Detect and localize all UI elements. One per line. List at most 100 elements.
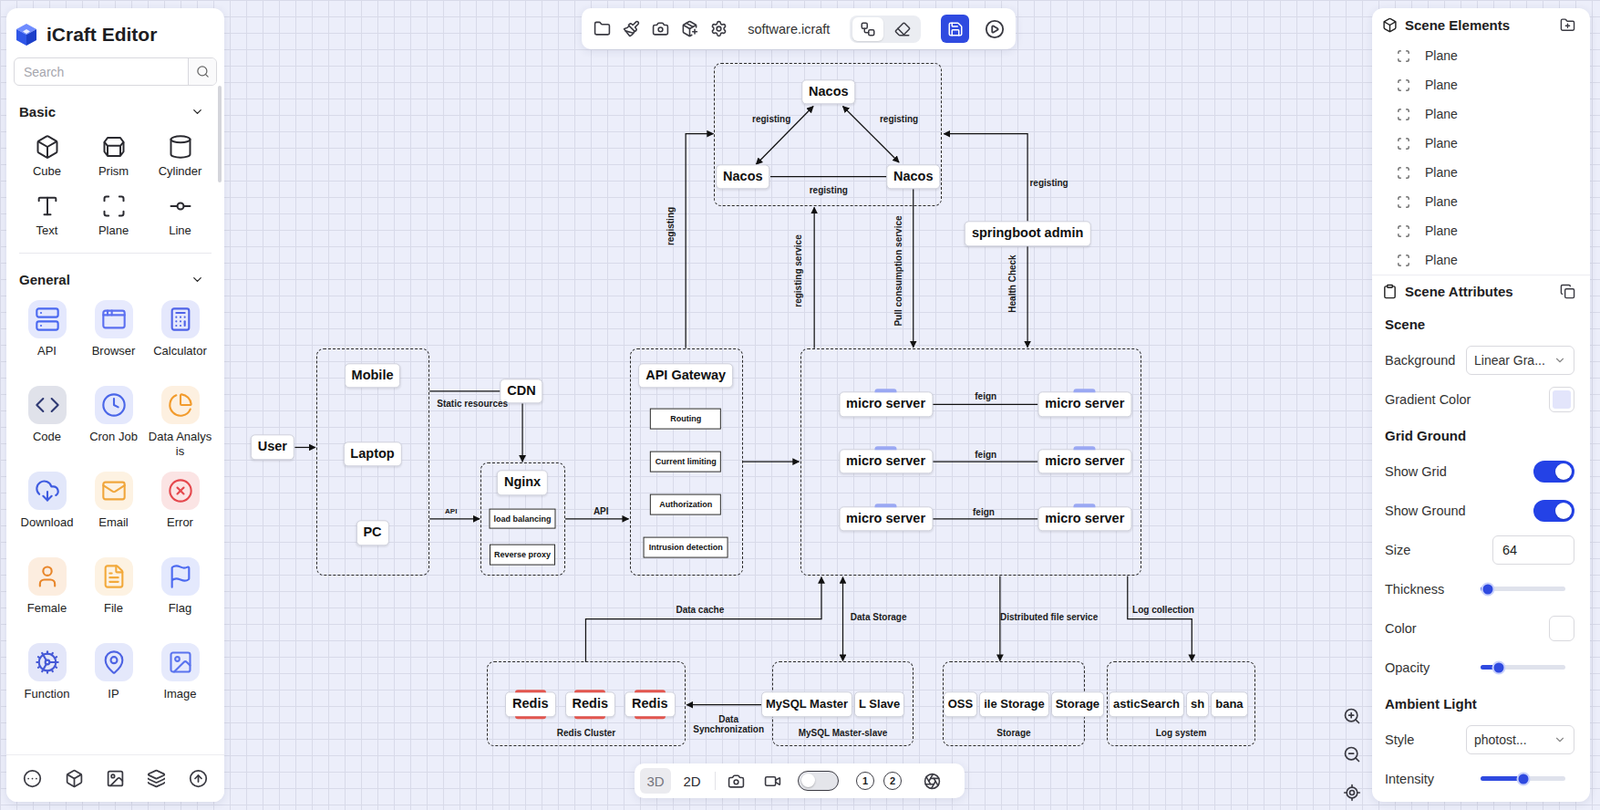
diagram-node[interactable]: micro server xyxy=(1037,392,1132,417)
export-button[interactable] xyxy=(676,16,702,42)
scene-element-item[interactable]: Plane xyxy=(1372,157,1590,187)
save-button[interactable] xyxy=(940,14,970,43)
record-toggle[interactable] xyxy=(797,770,839,791)
diagram-node[interactable]: L Slave xyxy=(854,691,905,717)
diagram-node[interactable]: User xyxy=(250,434,295,460)
scene-element-item[interactable]: Plane xyxy=(1372,216,1590,246)
add-view-button[interactable] xyxy=(918,767,945,794)
camera-preset[interactable]: 2 xyxy=(883,771,902,790)
diagram-node[interactable]: micro server xyxy=(838,505,933,531)
view-mode-button[interactable]: 2D xyxy=(676,767,708,794)
upload-button[interactable] xyxy=(185,765,211,792)
diagram-node[interactable]: springboot admin xyxy=(964,221,1091,247)
feature-box[interactable]: load balancing xyxy=(489,507,557,529)
add-element-button[interactable] xyxy=(1554,11,1580,38)
screenshot-button[interactable] xyxy=(648,16,674,42)
scene-element-item[interactable]: Plane xyxy=(1372,99,1590,129)
diagram-canvas[interactable]: Nacos Nacos Nacos springboot admin User Mobil… xyxy=(0,0,1600,810)
color-swatch[interactable] xyxy=(1548,386,1575,413)
mode-button[interactable] xyxy=(887,17,919,42)
feature-box[interactable]: Intrusion detection xyxy=(643,536,729,558)
recenter-button[interactable] xyxy=(1339,779,1365,806)
component-tile[interactable]: Download xyxy=(13,462,81,548)
diagram-node[interactable]: asticSearch xyxy=(1108,691,1185,717)
feature-box[interactable]: Authorization xyxy=(650,494,722,516)
diagram-node[interactable]: micro server xyxy=(838,448,933,474)
feature-box[interactable]: Reverse proxy xyxy=(489,543,556,565)
shape-tile[interactable]: Cylinder xyxy=(146,123,214,183)
section-header[interactable]: General xyxy=(13,253,217,291)
scene-element-item[interactable]: Plane xyxy=(1372,186,1590,217)
diagram-node[interactable]: Redis xyxy=(505,691,557,717)
open-button[interactable] xyxy=(589,16,616,42)
more-button[interactable] xyxy=(20,765,46,792)
diagram-node[interactable]: Storage xyxy=(1051,691,1105,717)
component-tile[interactable]: Flag xyxy=(146,547,214,634)
select[interactable]: Linear Gra... xyxy=(1465,345,1575,375)
view-mode-button[interactable]: 3D xyxy=(640,767,671,794)
record-button[interactable] xyxy=(759,767,785,794)
shape-tile[interactable]: Plane xyxy=(80,182,147,242)
diagram-node[interactable]: Nacos xyxy=(886,164,941,189)
component-tile[interactable]: Email xyxy=(80,462,147,548)
slider-thumb[interactable] xyxy=(1492,660,1507,674)
diagram-node[interactable]: Redis xyxy=(565,691,617,717)
search-button[interactable] xyxy=(187,58,217,85)
images-button[interactable] xyxy=(102,765,128,792)
scene-element-item[interactable]: Plane xyxy=(1372,245,1590,275)
camera-preset[interactable]: 1 xyxy=(856,771,875,790)
diagram-node[interactable]: ile Storage xyxy=(979,691,1049,717)
scene-element-item[interactable]: Plane xyxy=(1372,128,1590,158)
diagram-node[interactable]: Mobile xyxy=(344,362,402,388)
component-tile[interactable]: Code xyxy=(13,376,81,463)
shape-tile[interactable]: Cube xyxy=(13,123,81,183)
shape-tile[interactable]: Line xyxy=(146,182,214,242)
component-tile[interactable]: Data Analysis xyxy=(146,376,214,463)
switch[interactable] xyxy=(1533,460,1575,483)
component-tile[interactable]: Calculator xyxy=(146,290,214,377)
feature-box[interactable]: Current limiting xyxy=(650,450,722,472)
diagram-node[interactable]: sh xyxy=(1186,691,1209,717)
layers-button[interactable] xyxy=(144,765,170,792)
snapshot-button[interactable] xyxy=(722,767,749,794)
diagram-node[interactable]: micro server xyxy=(838,392,933,417)
diagram-node[interactable]: Nginx xyxy=(496,470,548,496)
zoom-out-button[interactable] xyxy=(1339,741,1365,767)
shape-tile[interactable]: Prism xyxy=(80,123,147,183)
settings-button[interactable] xyxy=(705,16,732,42)
search-input[interactable] xyxy=(14,64,188,80)
section-header[interactable]: Basic xyxy=(13,85,217,124)
scene-element-item[interactable]: Plane xyxy=(1372,70,1590,100)
number-input[interactable]: 64 xyxy=(1492,535,1575,565)
component-tile[interactable]: Female xyxy=(13,547,81,634)
mode-button[interactable] xyxy=(852,17,884,42)
component-tile[interactable]: File xyxy=(80,547,147,634)
component-tile[interactable]: Browser xyxy=(80,290,147,377)
color-swatch[interactable] xyxy=(1548,615,1575,641)
diagram-node[interactable]: MySQL Master xyxy=(761,691,853,717)
shape-tile[interactable]: Text xyxy=(13,182,81,242)
component-tile[interactable]: Image xyxy=(146,633,214,720)
diagram-node[interactable]: API Gateway xyxy=(638,362,733,388)
slider[interactable] xyxy=(1480,664,1566,670)
component-tile[interactable]: Function xyxy=(13,633,81,720)
scrollbar-thumb[interactable] xyxy=(217,85,222,183)
feature-box[interactable]: Routing xyxy=(650,407,722,429)
slider-thumb[interactable] xyxy=(1516,771,1530,785)
diagram-node[interactable]: micro server xyxy=(1037,448,1132,474)
component-tile[interactable]: Cron Job xyxy=(80,376,147,463)
diagram-node[interactable]: Nacos xyxy=(801,79,857,104)
diagram-node[interactable]: Redis xyxy=(624,691,676,717)
component-tile[interactable]: IP xyxy=(80,633,147,720)
models-button[interactable] xyxy=(61,765,87,792)
scene-element-item[interactable]: Plane xyxy=(1372,41,1590,71)
component-tile[interactable]: Error xyxy=(146,462,214,548)
diagram-node[interactable]: micro server xyxy=(1037,505,1132,531)
component-tile[interactable]: API xyxy=(13,290,81,377)
slider[interactable] xyxy=(1480,586,1566,591)
diagram-node[interactable]: Nacos xyxy=(715,164,771,189)
style-button[interactable] xyxy=(619,16,645,42)
diagram-node[interactable]: OSS xyxy=(943,691,978,717)
switch[interactable] xyxy=(1533,499,1575,522)
copy-button[interactable] xyxy=(1554,278,1580,305)
